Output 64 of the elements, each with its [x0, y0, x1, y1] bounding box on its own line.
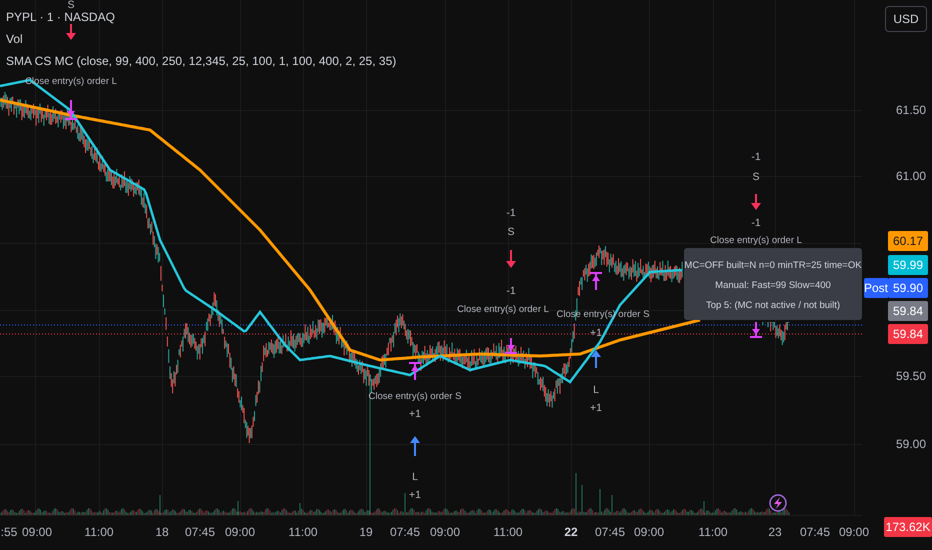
time-label: 07:45: [800, 525, 830, 539]
time-label: 18: [155, 525, 169, 539]
time-label: 11:00: [288, 525, 318, 539]
up-arrow-icon: [410, 436, 420, 456]
candlesticks-drawing: [762, 322, 790, 346]
signal-label: S: [508, 226, 514, 238]
price-tick: 61.00: [896, 168, 926, 185]
currency-button[interactable]: USD: [885, 6, 927, 32]
time-label: 07:45: [184, 525, 216, 539]
volume-label[interactable]: Vol: [6, 31, 396, 47]
time-label: 07:45: [594, 525, 626, 539]
price-tag: 59.90: [888, 278, 928, 298]
price-tag: 60.17: [888, 231, 928, 251]
time-label: 11:00: [84, 525, 114, 539]
time-label: 22: [564, 525, 578, 539]
lightning-icon[interactable]: [769, 494, 787, 512]
signal-label: +1: [590, 327, 602, 339]
signal-label: S: [752, 171, 760, 183]
exit-arrow-icon: [589, 272, 603, 291]
time-label: 09:00: [430, 525, 460, 539]
down-arrow-icon: [66, 24, 76, 40]
time-label: 07:45: [390, 525, 420, 539]
tooltip-text: MC=OFF built=N n=0 minTR=25 time=OK: [684, 260, 862, 271]
price-tag: 59.84: [888, 301, 928, 321]
signal-label: +1: [409, 489, 421, 501]
exit-arrow-icon: [504, 337, 518, 354]
exit-arrow-icon: [64, 99, 78, 120]
time-label: :55: [0, 525, 18, 539]
time-label: 09:00: [22, 525, 52, 539]
signal-label: L: [593, 384, 599, 396]
signal-label: S: [68, 0, 74, 11]
signal-label: Close entry(s) order L: [457, 304, 549, 315]
signal-label: -1: [751, 217, 761, 229]
time-label: 09:00: [224, 525, 256, 539]
signal-label: -1: [751, 151, 761, 163]
time-label: 19: [359, 525, 373, 539]
up-arrow-icon: [591, 350, 601, 368]
signal-label: -1: [506, 207, 516, 219]
price-tick: 59.50: [896, 368, 926, 385]
price-tag: 59.99: [888, 255, 928, 275]
exit-arrow-icon: [408, 362, 422, 381]
time-label: 09:00: [838, 525, 870, 539]
down-arrow-icon: [506, 250, 516, 268]
time-label: 09:00: [634, 525, 664, 539]
time-label: 11:00: [698, 525, 728, 539]
signal-label: Close entry(s) order S: [368, 391, 462, 402]
time-label: 11:00: [493, 525, 523, 539]
down-arrow-icon: [751, 194, 761, 210]
signal-label: -1: [506, 285, 516, 297]
exit-arrow-icon: [749, 321, 763, 338]
tooltip-text: Manual: Fast=99 Slow=400: [715, 280, 831, 291]
symbol-title[interactable]: PYPL · 1 · NASDAQ: [6, 9, 396, 25]
tooltip-text: Top 5: (MC not active / not built): [706, 300, 840, 311]
indicator-label[interactable]: SMA CS MC (close, 99, 400, 250, 12,345, 25, 100, 1, 100, 400, 2, 25, 35): [6, 53, 396, 69]
signal-label: Close entry(s) order L: [710, 235, 802, 246]
time-label: 23: [768, 525, 782, 539]
session-tag: Post: [864, 278, 888, 298]
price-tick: 59.00: [896, 436, 926, 453]
signal-label: +1: [409, 408, 421, 420]
signal-label: L: [412, 471, 418, 483]
price-tag: 59.84: [888, 324, 928, 344]
price-tick: 61.50: [896, 102, 926, 119]
volume-tag: 173.62K: [884, 517, 932, 537]
signal-label: +1: [590, 402, 602, 414]
